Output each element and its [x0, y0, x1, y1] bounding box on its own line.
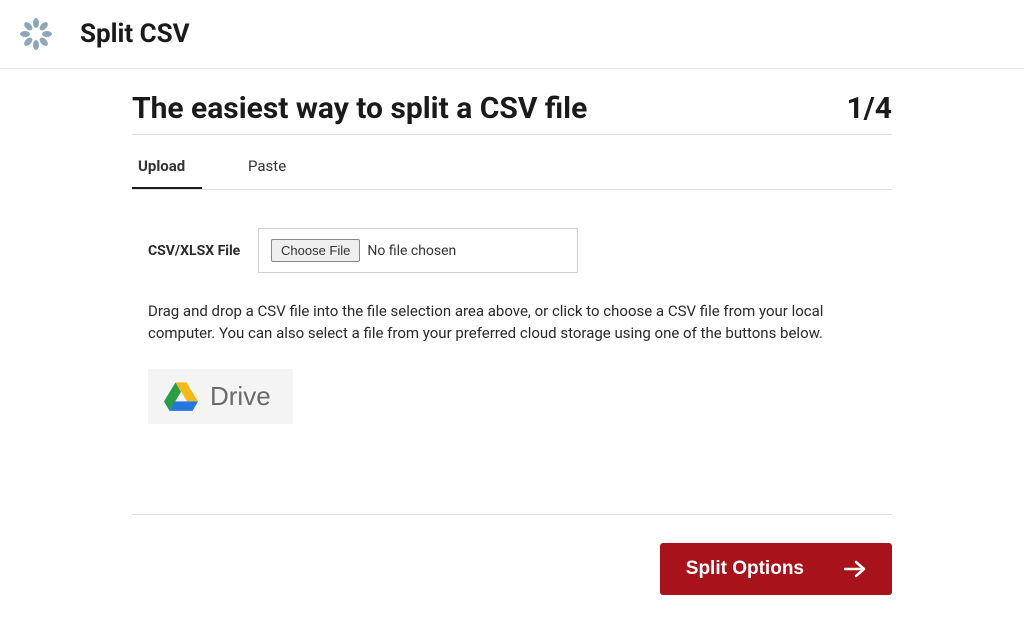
cloud-storage-row: Drive	[148, 369, 876, 424]
file-input[interactable]: Choose File No file chosen	[258, 228, 578, 273]
app-title: Split CSV	[80, 19, 190, 49]
app-header: Split CSV	[0, 0, 1024, 69]
file-row: CSV/XLSX File Choose File No file chosen	[148, 228, 876, 273]
google-drive-button[interactable]: Drive	[148, 369, 293, 424]
logo-icon	[20, 18, 52, 50]
heading-row: The easiest way to split a CSV file 1/4	[132, 91, 892, 135]
tab-upload[interactable]: Upload	[132, 147, 202, 189]
file-label: CSV/XLSX File	[148, 243, 258, 259]
instructions-text: Drag and drop a CSV file into the file s…	[148, 301, 876, 345]
arrow-right-icon	[844, 560, 866, 578]
split-options-label: Split Options	[686, 558, 804, 580]
main-content: The easiest way to split a CSV file 1/4 …	[132, 69, 892, 595]
google-drive-label: Drive	[210, 381, 271, 412]
tab-paste[interactable]: Paste	[242, 147, 312, 189]
tabs: Upload Paste	[132, 147, 892, 190]
choose-file-button[interactable]: Choose File	[271, 239, 360, 262]
file-status: No file chosen	[367, 243, 456, 259]
google-drive-icon	[164, 381, 198, 411]
split-options-button[interactable]: Split Options	[660, 543, 892, 595]
page-heading: The easiest way to split a CSV file	[132, 91, 587, 126]
footer-actions: Split Options	[132, 515, 892, 595]
form-area: CSV/XLSX File Choose File No file chosen…	[132, 190, 892, 444]
step-counter: 1/4	[846, 91, 892, 126]
